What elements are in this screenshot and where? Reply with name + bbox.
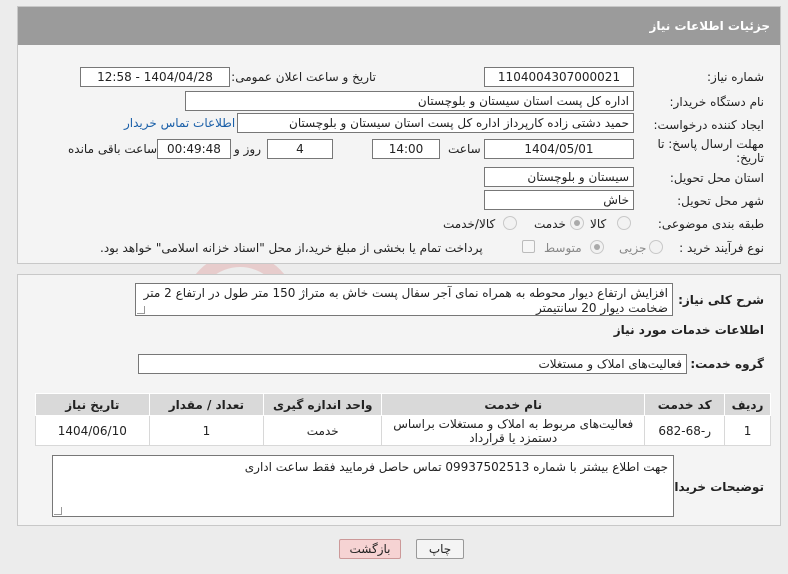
requester-field: حمید دشتی زاده کارپرداز اداره کل پست است… bbox=[237, 113, 634, 133]
category-radio-goods-service[interactable] bbox=[503, 216, 517, 230]
table-header-row: ردیف کد خدمت نام خدمت واحد اندازه گیری ت… bbox=[35, 393, 771, 416]
buyer-contact-link[interactable]: اطلاعات تماس خریدار bbox=[124, 116, 235, 130]
province-field: سیستان و بلوچستان bbox=[484, 167, 634, 187]
process-option-minor: جزیی bbox=[619, 241, 647, 255]
buyer-notes-label: توضیحات خریدار: bbox=[662, 480, 764, 494]
print-button[interactable]: چاپ bbox=[416, 539, 464, 559]
remaining-time-field: 00:49:48 bbox=[157, 139, 231, 159]
need-number-label: شماره نیاز: bbox=[707, 70, 764, 84]
col-name: نام خدمت bbox=[381, 393, 646, 416]
description-textarea[interactable]: افزایش ارتفاع دیوار محوطه به همراه نمای … bbox=[135, 283, 673, 316]
service-group-field: فعالیت‌های املاک و مستغلات bbox=[138, 354, 687, 374]
col-unit: واحد اندازه گیری bbox=[263, 393, 383, 416]
services-heading: اطلاعات خدمات مورد نیاز bbox=[613, 323, 764, 337]
cell-date: 1404/06/10 bbox=[35, 415, 150, 446]
cell-qty: 1 bbox=[148, 415, 265, 446]
process-label: نوع فرآیند خرید : bbox=[679, 241, 764, 255]
process-option-medium: متوسط bbox=[544, 241, 582, 255]
buyer-org-label: نام دستگاه خریدار: bbox=[669, 95, 765, 109]
need-number-field: 1104004307000021 bbox=[484, 67, 634, 87]
col-date: تاریخ نیاز bbox=[35, 393, 150, 416]
payment-note: پرداخت تمام یا بخشی از مبلغ خرید،از محل … bbox=[100, 241, 483, 255]
col-code: کد خدمت bbox=[644, 393, 726, 416]
col-qty: تعداد / مقدار bbox=[148, 393, 265, 416]
resize-handle[interactable] bbox=[137, 306, 145, 314]
announce-field: 1404/04/28 - 12:58 bbox=[80, 67, 230, 87]
category-radio-goods[interactable] bbox=[617, 216, 631, 230]
deadline-time-field: 14:00 bbox=[372, 139, 440, 159]
announce-label: تاریخ و ساعت اعلان عمومی: bbox=[231, 70, 376, 84]
city-field: خاش bbox=[484, 190, 634, 210]
deadline-date-field: 1404/05/01 bbox=[484, 139, 634, 159]
category-radio-service[interactable] bbox=[570, 216, 584, 230]
cell-code: ر-68-682 bbox=[644, 415, 726, 446]
col-index: ردیف bbox=[724, 393, 771, 416]
services-table: ردیف کد خدمت نام خدمت واحد اندازه گیری ت… bbox=[35, 393, 771, 446]
province-label: استان محل تحویل: bbox=[669, 171, 764, 185]
deadline-label: مهلت ارسال پاسخ: تا bbox=[657, 137, 764, 151]
cell-index: 1 bbox=[724, 415, 771, 446]
service-group-label: گروه خدمت: bbox=[690, 357, 764, 371]
category-option-goods-service: کالا/خدمت bbox=[443, 217, 496, 231]
process-radio-minor[interactable] bbox=[649, 240, 663, 254]
back-button[interactable]: بازگشت bbox=[339, 539, 401, 559]
cell-name: فعالیت‌های مربوط به املاک و مستغلات براس… bbox=[381, 415, 646, 446]
city-label: شهر محل تحویل: bbox=[677, 194, 764, 208]
description-label: شرح کلی نیاز: bbox=[678, 293, 764, 307]
days-field: 4 bbox=[267, 139, 333, 159]
panel-header: جزئیات اطلاعات نیاز bbox=[18, 7, 780, 45]
remaining-label: ساعت باقی مانده bbox=[68, 142, 158, 156]
cell-unit: خدمت bbox=[263, 415, 383, 446]
days-label: روز و bbox=[234, 142, 261, 156]
resize-handle[interactable] bbox=[54, 507, 62, 515]
category-option-service: خدمت bbox=[534, 217, 566, 231]
category-option-goods: کالا bbox=[590, 217, 607, 231]
buyer-org-field: اداره کل پست استان سیستان و بلوچستان bbox=[185, 91, 634, 111]
buyer-notes-textarea[interactable]: جهت اطلاع بیشتر با شماره 09937502513 تما… bbox=[52, 455, 674, 517]
category-label: طبقه بندی موضوعی: bbox=[657, 217, 764, 231]
deadline-label-date: تاریخ: bbox=[736, 151, 764, 165]
time-label: ساعت bbox=[448, 142, 481, 156]
treasury-checkbox[interactable] bbox=[522, 240, 535, 253]
table-row: 1 ر-68-682 فعالیت‌های مربوط به املاک و م… bbox=[35, 415, 771, 446]
process-radio-medium[interactable] bbox=[590, 240, 604, 254]
requester-label: ایجاد کننده درخواست: bbox=[653, 118, 764, 132]
